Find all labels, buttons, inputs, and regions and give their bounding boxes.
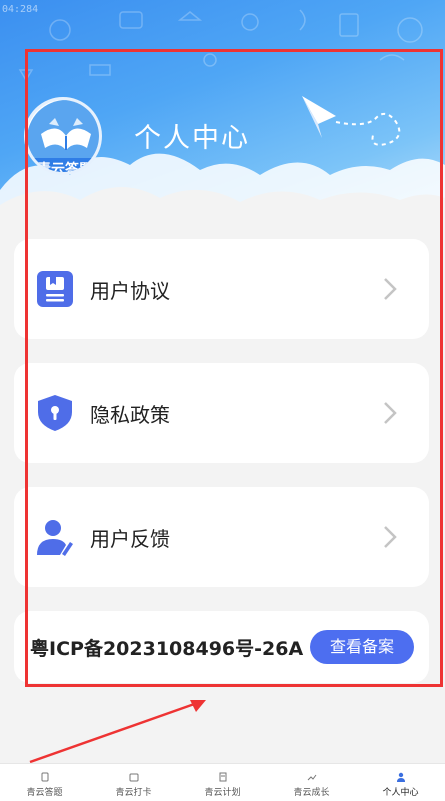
tab-label: 青云计划 [204, 788, 241, 798]
growth-icon [307, 774, 316, 781]
tab-profile[interactable]: 个人中心 [356, 764, 445, 801]
tab-label: 青云成长 [293, 788, 330, 798]
bottom-tab-bar: 青云答题 青云打卡 青云计划 青云成长 个人中心 [0, 763, 445, 801]
tab-qingyun-plan[interactable]: 青云计划 [178, 764, 267, 801]
profile-icon [396, 772, 405, 782]
tab-label: 青云答题 [26, 788, 63, 798]
annotation-arrow [29, 700, 206, 764]
quiz-icon [41, 772, 48, 782]
tab-qingyun-checkin[interactable]: 青云打卡 [89, 764, 178, 801]
tab-label: 个人中心 [382, 788, 419, 798]
plan-icon [219, 772, 226, 782]
annotation-highlight-box [25, 49, 443, 687]
corner-text: 04:284 [2, 4, 39, 15]
tab-qingyun-quiz[interactable]: 青云答题 [0, 764, 89, 801]
checkin-icon [129, 773, 138, 782]
tab-qingyun-growth[interactable]: 青云成长 [267, 764, 356, 801]
tab-label: 青云打卡 [115, 788, 152, 798]
